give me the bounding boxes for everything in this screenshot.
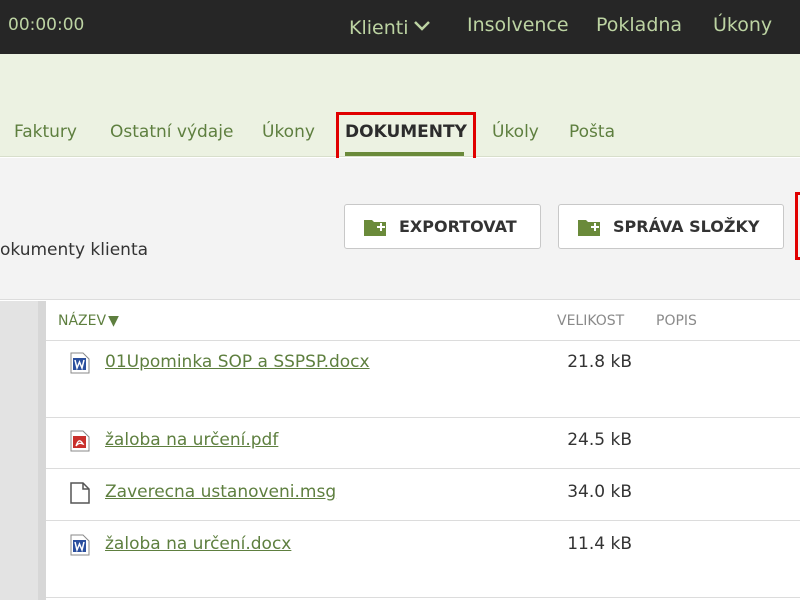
file-link[interactable]: 01Upominka SOP a SSPSP.docx <box>105 352 370 372</box>
file-link[interactable]: žaloba na určení.docx <box>105 534 291 554</box>
chevron-down-icon <box>414 14 431 36</box>
row-separator <box>46 597 800 598</box>
word-icon <box>70 352 90 374</box>
row-separator <box>46 520 800 521</box>
sort-down-icon: ▼ <box>108 313 119 329</box>
highlight-box-partial <box>795 192 800 260</box>
folder-add-icon <box>363 217 387 237</box>
left-panel-border <box>38 301 46 600</box>
pdf-icon <box>70 430 90 452</box>
nav-pokladna[interactable]: Pokladna <box>596 14 682 36</box>
file-link[interactable]: žaloba na určení.pdf <box>105 430 278 450</box>
file-link[interactable]: Zaverecna ustanoveni.msg <box>105 482 336 502</box>
export-button[interactable]: EXPORTOVAT <box>344 204 541 249</box>
nav-klienti[interactable]: Klienti <box>349 14 431 39</box>
file-size: 11.4 kB <box>567 534 632 554</box>
tab-faktury[interactable]: Faktury <box>14 122 77 142</box>
tab-ostatni-vydaje[interactable]: Ostatní výdaje <box>110 122 233 142</box>
tab-ukoly[interactable]: Úkoly <box>492 122 539 142</box>
header-separator <box>46 340 800 341</box>
manage-folder-button[interactable]: SPRÁVA SLOŽKY <box>558 204 784 249</box>
tab-ukony[interactable]: Úkony <box>262 122 315 142</box>
file-size: 34.0 kB <box>567 482 632 502</box>
nav-ukony[interactable]: Úkony <box>713 14 772 36</box>
timer: 00:00:00 <box>8 15 85 35</box>
nav-insolvence[interactable]: Insolvence <box>467 14 569 36</box>
file-size: 24.5 kB <box>567 430 632 450</box>
export-button-label: EXPORTOVAT <box>399 217 517 236</box>
file-size: 21.8 kB <box>567 352 632 372</box>
word-icon <box>70 534 90 556</box>
column-header-description[interactable]: POPIS <box>656 313 697 329</box>
top-bar: 00:00:00 Klienti Insolvence Pokladna Úko… <box>0 0 800 54</box>
folder-add-icon <box>577 217 601 237</box>
section-subtitle: okumenty klienta <box>0 240 149 260</box>
tab-posta[interactable]: Pošta <box>569 122 615 142</box>
row-separator <box>46 417 800 418</box>
row-separator <box>46 468 800 469</box>
column-header-name-label: NÁZEV <box>58 313 107 329</box>
left-panel <box>0 301 38 600</box>
nav-klienti-label: Klienti <box>349 17 409 39</box>
manage-folder-button-label: SPRÁVA SLOŽKY <box>613 217 760 236</box>
file-icon <box>70 482 90 504</box>
column-header-size[interactable]: VELIKOST <box>557 313 624 329</box>
column-header-name[interactable]: NÁZEV ▼ <box>58 313 119 329</box>
